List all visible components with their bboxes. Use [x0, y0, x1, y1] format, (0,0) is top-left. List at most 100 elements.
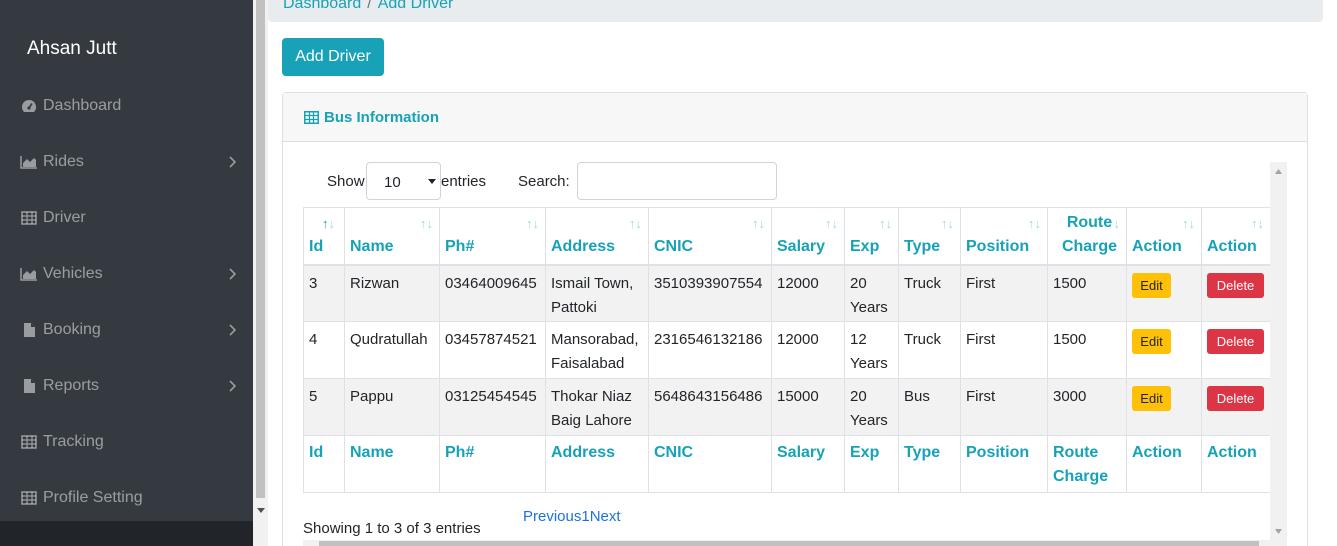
cell-route-charge: 1500 [1047, 264, 1127, 322]
sidebar-item-booking[interactable]: Booking [0, 308, 253, 352]
column-header-address[interactable]: ↑↓ Address [545, 207, 649, 266]
cell-address: Mansorabad, Faisalabad [545, 321, 649, 379]
next-page-link[interactable]: Next [590, 508, 621, 525]
file-icon [20, 322, 38, 338]
edit-button[interactable]: Edit [1132, 272, 1171, 298]
previous-page-link[interactable]: Previous [523, 508, 581, 525]
table-icon [304, 111, 319, 124]
sort-icon: ↑↓ [941, 216, 954, 231]
entries-per-page-select[interactable]: 10 [366, 162, 441, 200]
sidebar-item-label: Profile Setting [43, 489, 143, 506]
sidebar-item-reports[interactable]: Reports [0, 364, 253, 408]
cell-position: First [960, 321, 1048, 379]
delete-button[interactable]: Delete [1207, 386, 1264, 411]
column-header-type[interactable]: ↑↓ Type [898, 207, 961, 266]
table-row: 4 Qudratullah 03457874521 Mansorabad, Fa… [303, 321, 1271, 379]
sidebar-item-vehicles[interactable]: Vehicles [0, 252, 253, 296]
cell-phone: 03457874521 [439, 321, 546, 379]
file-icon [20, 378, 38, 394]
sort-icon: ↑↓ [752, 216, 765, 231]
column-header-cnic[interactable]: ↑↓ CNIC [648, 207, 772, 266]
cell-id: 4 [303, 321, 345, 379]
footer-salary: Salary [771, 435, 845, 493]
show-label: Show [327, 173, 365, 190]
cell-type: Bus [898, 378, 961, 436]
sidebar-item-label: Booking [43, 321, 101, 338]
table-row: 5 Pappu 03125454545 Thokar Niaz Baig Lah… [303, 378, 1271, 436]
column-header-phone[interactable]: ↑↓ Ph# [439, 207, 546, 266]
sort-icon: ↑↓ [420, 216, 433, 231]
cell-phone: 03464009645 [439, 264, 546, 322]
cell-salary: 12000 [771, 264, 845, 322]
horizontal-scrollbar[interactable] [303, 540, 1270, 546]
footer-name: Name [344, 435, 440, 493]
footer-action: Action [1126, 435, 1202, 493]
footer-position: Position [960, 435, 1048, 493]
footer-route-charge: Route Charge [1047, 435, 1127, 493]
delete-button[interactable]: Delete [1207, 329, 1264, 354]
cell-name: Rizwan [344, 264, 440, 322]
cell-type: Truck [898, 321, 961, 379]
cell-edit: Edit [1126, 378, 1202, 436]
cell-exp: 20 Years [844, 378, 899, 436]
sort-icon: ↑↓ [629, 216, 642, 231]
scroll-down-arrow-icon[interactable] [256, 505, 266, 515]
breadcrumb-current: Add Driver [377, 0, 454, 12]
edit-button[interactable]: Edit [1132, 386, 1171, 411]
pagination: Previous1Next [523, 508, 621, 525]
cell-position: First [960, 378, 1048, 436]
cell-route-charge: 3000 [1047, 378, 1127, 436]
sidebar-item-label: Reports [43, 377, 100, 394]
card-header: Bus Information [283, 93, 1307, 142]
search-input[interactable] [577, 162, 777, 200]
delete-button[interactable]: Delete [1207, 272, 1264, 298]
column-header-position[interactable]: ↑↓ Position [960, 207, 1048, 266]
cell-exp: 12 Years [844, 321, 899, 379]
column-header-route-charge[interactable]: ↑↓ Route Charge [1047, 207, 1127, 266]
brand-name[interactable]: Ahsan Jutt [27, 38, 117, 60]
table-scrollbar[interactable] [1270, 162, 1287, 546]
cell-id: 5 [303, 378, 345, 436]
sidebar-item-rides[interactable]: Rides [0, 140, 253, 184]
table-icon [20, 490, 38, 506]
cell-edit: Edit [1126, 321, 1202, 379]
sort-icon: ↑↓ [1251, 216, 1264, 231]
horizontal-scrollbar-thumb[interactable] [319, 541, 1259, 546]
sidebar-item-label: Driver [43, 209, 86, 226]
sidebar-item-tracking[interactable]: Tracking [0, 420, 253, 464]
column-header-action[interactable]: ↑↓ Action [1126, 207, 1202, 266]
footer-action: Action [1201, 435, 1271, 493]
sidebar-item-profile-setting[interactable]: Profile Setting [0, 476, 253, 520]
sidebar-item-driver[interactable]: Driver [0, 196, 253, 240]
column-header-action[interactable]: ↑↓ Action [1201, 207, 1271, 266]
sidebar-item-dashboard[interactable]: Dashboard [0, 84, 253, 128]
footer-cnic: CNIC [648, 435, 772, 493]
column-header-salary[interactable]: ↑↓ Salary [771, 207, 845, 266]
sidebar-item-label: Dashboard [43, 97, 122, 114]
cell-position: First [960, 264, 1048, 322]
sidebar-item-label: Vehicles [43, 265, 103, 282]
cell-salary: 15000 [771, 378, 845, 436]
column-header-exp[interactable]: ↑↓ Exp [844, 207, 899, 266]
page-1-link[interactable]: 1 [581, 508, 589, 525]
sidebar-scrollbar-thumb[interactable] [256, 0, 265, 498]
column-header-id[interactable]: ↑↓ Id [303, 207, 345, 266]
cell-cnic: 2316546132186 [648, 321, 772, 379]
footer-id: Id [303, 435, 345, 493]
edit-button[interactable]: Edit [1132, 329, 1171, 354]
area-chart-icon [20, 266, 38, 282]
cell-delete: Delete [1201, 378, 1271, 436]
table-footer-row: Id Name Ph# Address CNIC Salary Exp Type… [303, 435, 1271, 493]
add-driver-button[interactable]: Add Driver [282, 38, 384, 76]
sort-icon: ↑↓ [526, 216, 539, 231]
drivers-table: ↑↓ Id ↑↓ Name ↑↓ Ph# ↑↓ Address ↑↓ CNIC ↑↓ Sal… [303, 207, 1271, 493]
footer-exp: Exp [844, 435, 899, 493]
breadcrumb-home-link[interactable]: Dashboard [283, 0, 361, 12]
column-header-name[interactable]: ↑↓ Name [344, 207, 440, 266]
chevron-right-icon [229, 268, 237, 280]
search-label: Search: [518, 173, 570, 190]
breadcrumb: Dashboard / Add Driver [268, 0, 1323, 22]
sidebar: Ahsan Jutt Dashboard Rides Driver Vehicl… [0, 0, 253, 546]
table-row: 3 Rizwan 03464009645 Ismail Town, Pattok… [303, 264, 1271, 322]
footer-type: Type [898, 435, 961, 493]
